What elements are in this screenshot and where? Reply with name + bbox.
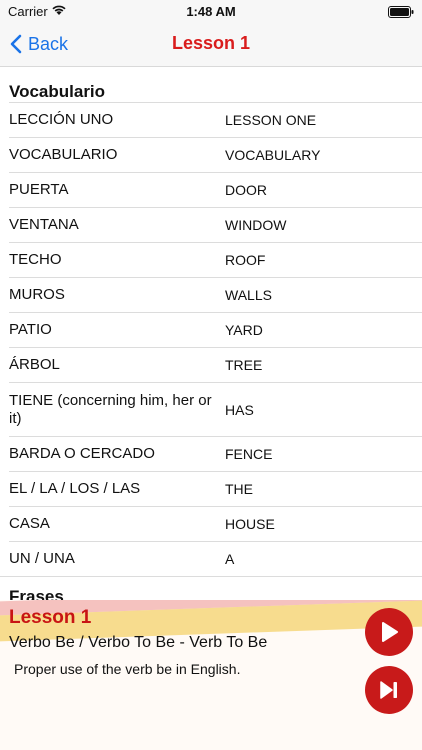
spanish-term: TECHO <box>9 251 62 268</box>
table-row[interactable]: TIENE (concerning him, her or it) HAS <box>9 382 422 436</box>
table-row[interactable]: PATIO YARD <box>9 312 422 347</box>
table-row[interactable]: TECHO ROOF <box>9 242 422 277</box>
spanish-term: TIENE (concerning him, her or it) <box>9 391 212 427</box>
english-term: HAS <box>225 401 254 418</box>
clock: 1:48 AM <box>186 4 236 19</box>
spanish-term: MUROS <box>9 286 65 303</box>
table-row[interactable]: BARDA O CERCADO FENCE <box>9 436 422 471</box>
player-lesson-title: Lesson 1 <box>9 607 92 628</box>
english-term: DOOR <box>225 182 267 198</box>
table-row[interactable]: ÁRBOL TREE <box>9 347 422 382</box>
section-header-frases: Frases <box>0 576 422 600</box>
play-icon <box>382 622 398 642</box>
navigation-bar: Back Lesson 1 <box>0 22 422 67</box>
english-term: WINDOW <box>225 217 287 233</box>
spanish-term: VENTANA <box>9 216 79 233</box>
english-term: TREE <box>225 357 263 373</box>
table-row[interactable]: LECCIÓN UNO LESSON ONE <box>9 102 422 137</box>
spanish-term: PATIO <box>9 321 52 338</box>
table-row[interactable]: UN / UNA A <box>9 541 422 576</box>
section-header-vocabulario: Vocabulario <box>9 82 106 101</box>
spanish-term: LECCIÓN UNO <box>9 111 114 128</box>
spanish-term: ÁRBOL <box>9 356 60 373</box>
play-button[interactable] <box>365 608 413 656</box>
english-term: FENCE <box>225 446 273 462</box>
table-row[interactable]: MUROS WALLS <box>9 277 422 312</box>
spanish-term: BARDA O CERCADO <box>9 445 155 462</box>
page-title: Lesson 1 <box>171 33 251 53</box>
english-term: HOUSE <box>225 516 275 532</box>
player-lesson-description: Proper use of the verb be in English. <box>14 661 241 677</box>
english-term: LESSON ONE <box>225 112 317 128</box>
table-row[interactable]: VOCABULARIO VOCABULARY <box>9 137 422 172</box>
vocabulary-table[interactable]: Vocabulario LECCIÓN UNO LESSON ONE VOCAB… <box>0 66 422 600</box>
english-term: ROOF <box>225 252 266 268</box>
table-row[interactable]: EL / LA / LOS / LAS THE <box>9 471 422 506</box>
player-lesson-subtitle: Verbo Be / Verbo To Be - Verb To Be <box>9 634 268 651</box>
spanish-term: PUERTA <box>9 181 69 198</box>
skip-forward-icon <box>380 681 397 699</box>
table-row[interactable]: VENTANA WINDOW <box>9 207 422 242</box>
english-term: A <box>225 551 235 567</box>
spanish-term: EL / LA / LOS / LAS <box>9 480 141 497</box>
table-row[interactable]: CASA HOUSE <box>9 506 422 541</box>
spanish-term: VOCABULARIO <box>9 146 118 163</box>
spanish-term: CASA <box>9 515 50 532</box>
spanish-term: UN / UNA <box>9 550 75 567</box>
english-term: VOCABULARY <box>225 147 321 163</box>
battery-icon <box>388 5 414 23</box>
english-term: YARD <box>225 322 263 338</box>
status-bar: Carrier 1:48 AM <box>0 0 422 22</box>
table-row[interactable]: PUERTA DOOR <box>9 172 422 207</box>
english-term: WALLS <box>225 287 272 303</box>
lesson-player: Lesson 1 Verbo Be / Verbo To Be - Verb T… <box>0 600 422 750</box>
english-term: THE <box>225 481 253 497</box>
skip-next-button[interactable] <box>365 666 413 714</box>
